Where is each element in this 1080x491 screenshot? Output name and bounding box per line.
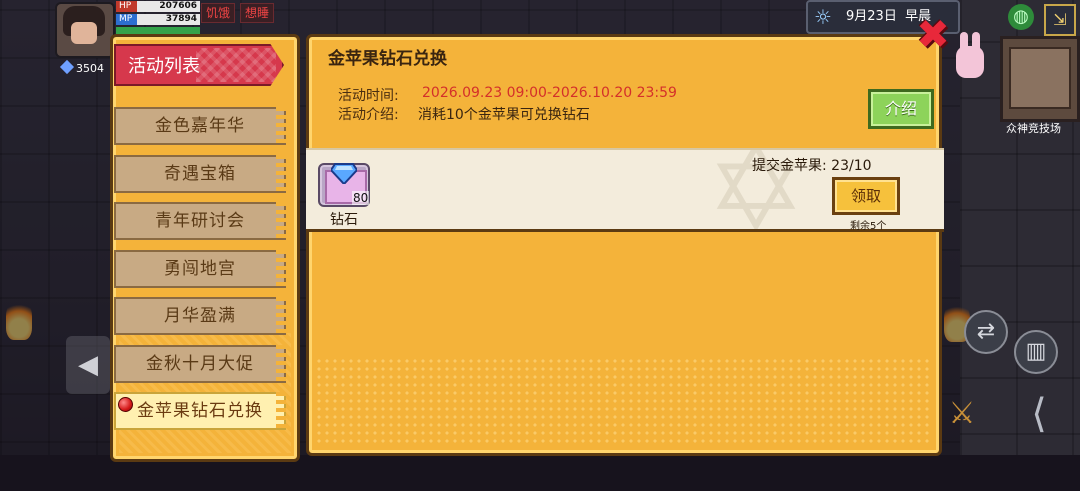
- submit-progress: 提交金苹果: 23/10: [752, 158, 872, 174]
- remaining-count: 剩余5个: [850, 221, 887, 232]
- sidebar-item-golden-carnival[interactable]: 金色嘉年华: [114, 107, 286, 145]
- exit-icon[interactable]: ⇲: [1044, 4, 1076, 36]
- gem-icon: [59, 59, 75, 75]
- sidebar-item-golden-apple-exchange[interactable]: 金苹果钻石兑换: [114, 392, 286, 430]
- event-title: 金苹果钻石兑换: [328, 49, 447, 69]
- book-icon[interactable]: ▥: [1014, 330, 1058, 374]
- player-stats: HP 207606 MP 37894: [116, 1, 200, 37]
- sword-icon[interactable]: ⚔: [940, 392, 984, 436]
- sidebar-item-autumn-sale[interactable]: 金秋十月大促: [114, 345, 286, 383]
- gem-counter: 3504: [59, 59, 104, 75]
- minimap[interactable]: [1000, 36, 1080, 122]
- network-icon[interactable]: ◍: [1008, 4, 1034, 30]
- mp-bar: MP 37894: [116, 14, 200, 25]
- player-avatar[interactable]: [55, 2, 115, 58]
- intro-button[interactable]: 介绍: [868, 89, 934, 129]
- notification-dot: [118, 397, 133, 412]
- map-name: 众神竞技场: [1006, 122, 1061, 135]
- swap-icon[interactable]: ⇄: [964, 310, 1008, 354]
- item-count: 80: [352, 191, 370, 205]
- diamond-icon: [331, 163, 357, 184]
- sidebar-item-adventure-chest[interactable]: 奇遇宝箱: [114, 155, 286, 193]
- status-sleepy: 想睡: [240, 3, 275, 23]
- event-time-label: 活动时间:: [338, 88, 399, 104]
- sidebar-item-dungeon[interactable]: 勇闯地宫: [114, 250, 286, 288]
- sidebar-item-moon-full[interactable]: 月华盈满: [114, 297, 286, 335]
- sun-icon: ☼: [814, 5, 832, 29]
- item-name: 钻石: [330, 212, 358, 228]
- activity-list-header: 活动列表: [114, 44, 284, 86]
- sidebar-item-youth-seminar[interactable]: 青年研讨会: [114, 202, 286, 240]
- hp-bar: HP 207606: [116, 1, 200, 12]
- status-hunger: 饥饿: [201, 3, 236, 23]
- event-desc-value: 消耗10个金苹果可兑换钻石: [418, 107, 590, 123]
- claim-button[interactable]: 领取: [832, 177, 900, 215]
- close-icon[interactable]: ✖: [916, 15, 950, 55]
- event-time-value: 2026.09.23 09:00-2026.10.20 23:59: [422, 85, 677, 101]
- bow-icon[interactable]: ⟨: [1014, 386, 1064, 442]
- chevron-left-icon[interactable]: ◀: [66, 336, 110, 394]
- bunny-npc: [950, 32, 990, 82]
- event-desc-label: 活动介绍:: [338, 107, 399, 123]
